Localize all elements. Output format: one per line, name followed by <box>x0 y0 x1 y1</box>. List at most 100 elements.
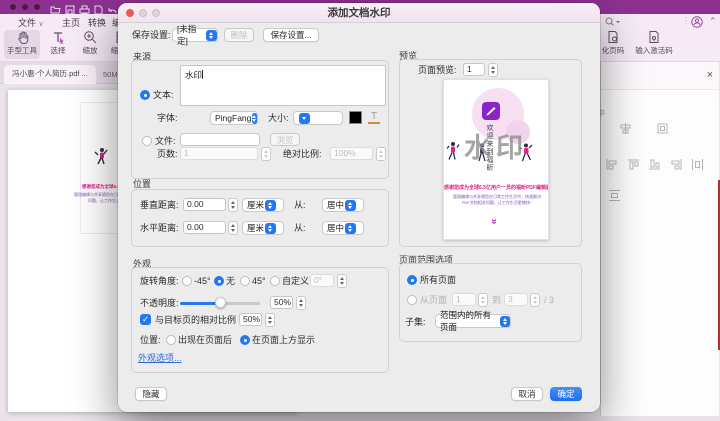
behind-page-label: 出现在页面后 <box>178 334 232 346</box>
pages-field[interactable]: 1 <box>180 147 258 160</box>
delete-preset-button[interactable]: 删除 <box>224 28 254 42</box>
relative-scale-field[interactable]: 50% <box>239 313 262 326</box>
vertical-unit-select[interactable]: 厘米 <box>242 198 284 212</box>
select-stepper-icon <box>345 223 356 234</box>
from-page-field[interactable]: 1 <box>452 293 476 306</box>
alignment-panel-header: × <box>601 62 719 90</box>
rotate-neg45-radio[interactable] <box>182 276 192 286</box>
dialog-title: 添加文档水印 <box>118 3 600 23</box>
document-tab-2[interactable]: 50M <box>103 70 118 79</box>
behind-page-radio[interactable] <box>166 335 176 345</box>
more-options-icon[interactable]: ⋮ <box>682 16 690 25</box>
color-swatch[interactable] <box>349 111 362 124</box>
horizontal-distance-label: 水平距离: <box>140 222 179 234</box>
collapse-toolbar-icon[interactable]: ⌃ <box>709 16 717 27</box>
save-settings-label: 保存设置: <box>132 29 171 41</box>
dialog-minimize-button[interactable] <box>139 9 147 17</box>
watermark-preview: 欢迎来到福昕 水印 感谢您成为全球6.5亿用户一员的福昕PDF编辑器 管理编辑与… <box>443 79 549 240</box>
pages-label: 页数: <box>157 148 178 160</box>
horizontal-from-select[interactable]: 居中 <box>322 221 364 235</box>
file-radio[interactable] <box>142 136 152 146</box>
distribute-h-icon[interactable] <box>691 158 704 171</box>
align-center-h-icon[interactable] <box>619 122 632 135</box>
relative-scale-label: 与目标页的相对比例 <box>155 314 236 326</box>
rotate-custom-radio[interactable] <box>270 276 280 286</box>
rotate-none-radio[interactable] <box>214 276 224 286</box>
save-settings-button[interactable]: 保存设置... <box>263 28 319 42</box>
text-style-icon[interactable]: T <box>368 111 380 124</box>
document-tab[interactable]: 冯小惠-个人简历.pdf ... <box>4 65 96 84</box>
horizontal-distance-stepper[interactable] <box>228 221 238 235</box>
align-center-v-icon[interactable] <box>656 122 669 135</box>
size-combo[interactable] <box>293 111 343 125</box>
select-tool-button[interactable]: 选择 <box>44 30 72 59</box>
relative-scale-stepper[interactable] <box>265 313 275 327</box>
from-page-stepper[interactable] <box>478 293 488 307</box>
vertical-distance-field[interactable]: 0.00 <box>183 198 226 211</box>
select-stepper-icon <box>500 316 510 327</box>
app-close-button[interactable] <box>10 4 16 10</box>
page-preview-field[interactable]: 1 <box>463 63 485 76</box>
align-top-icon[interactable] <box>627 158 640 171</box>
vertical-from-select[interactable]: 居中 <box>322 198 364 212</box>
horizontal-from-label: 从: <box>294 222 306 234</box>
optimize-pages-button[interactable]: 化页码 <box>596 30 630 59</box>
add-watermark-dialog: 添加文档水印 保存设置: [未指定] 删除 保存设置... 来源 文本: 水印 … <box>118 3 600 412</box>
distribute-v-icon[interactable] <box>608 189 621 202</box>
ok-button[interactable]: 确定 <box>550 387 582 401</box>
person-illustration <box>93 146 110 177</box>
opacity-slider-knob[interactable] <box>215 297 226 308</box>
align-left-icon[interactable] <box>605 158 618 171</box>
cancel-button[interactable]: 取消 <box>511 387 543 401</box>
watermark-text-input[interactable]: 水印 <box>180 65 386 106</box>
app-zoom-button[interactable] <box>34 4 40 10</box>
page-preview-stepper[interactable] <box>488 63 498 77</box>
file-path-field[interactable] <box>180 133 260 146</box>
text-radio[interactable] <box>140 90 150 100</box>
absolute-scale-field[interactable]: 100% <box>330 147 373 160</box>
total-pages-label: / 3 <box>544 294 554 306</box>
pages-stepper[interactable] <box>261 147 271 161</box>
close-icon[interactable]: × <box>707 70 713 81</box>
from-page-label: 从页面 <box>420 294 447 306</box>
relative-scale-checkbox[interactable]: ✓ <box>140 314 151 325</box>
custom-angle-stepper[interactable] <box>337 274 347 288</box>
preview-body-text: 管理编辑与共享随您在日常工作生活中，快速解决 PDF文档相关问题，让工作生活更愉… <box>448 194 546 206</box>
all-pages-radio[interactable] <box>407 275 417 285</box>
rotate-none-label: 无 <box>226 275 235 287</box>
above-page-radio[interactable] <box>240 335 250 345</box>
opacity-field[interactable]: 50% <box>270 296 293 309</box>
app-logo-icon <box>482 102 500 120</box>
subset-select[interactable]: 范围内的所有页面 <box>435 314 511 328</box>
font-select[interactable]: PingFang <box>210 111 258 125</box>
opacity-stepper[interactable] <box>296 296 306 310</box>
screen: 文件 ∨ 主页 转换 编辑 ⋮ ⌃ 手型工具 选择 缩放 缩略图 化页码 <box>0 0 720 421</box>
combo-dropdown-icon <box>299 113 310 124</box>
vertical-distance-stepper[interactable] <box>228 198 238 212</box>
preset-select[interactable]: [未指定] <box>172 28 218 42</box>
zoom-tool-button[interactable]: 缩放 <box>76 30 104 59</box>
select-stepper-icon <box>265 200 276 211</box>
hide-button[interactable]: 隐藏 <box>135 387 167 401</box>
to-page-field[interactable]: 3 <box>504 293 528 306</box>
align-bottom-icon[interactable] <box>648 158 661 171</box>
absolute-scale-label: 绝对比例: <box>283 148 322 160</box>
browse-button[interactable]: 浏览 <box>270 133 300 146</box>
enter-activation-code-button[interactable]: 输入激活码 <box>632 30 676 59</box>
from-page-radio[interactable] <box>407 295 417 305</box>
to-page-stepper[interactable] <box>530 293 540 307</box>
hand-tool-button[interactable]: 手型工具 <box>4 30 40 59</box>
rotate-45-radio[interactable] <box>240 276 250 286</box>
subset-label: 子集: <box>405 316 426 328</box>
absolute-scale-stepper[interactable] <box>376 147 386 161</box>
dialog-zoom-button[interactable] <box>152 9 160 17</box>
preview-headline: 感谢您成为全球6.5亿用户一员的福昕PDF编辑器 <box>444 184 548 191</box>
horizontal-unit-select[interactable]: 厘米 <box>242 221 284 235</box>
appearance-options-link[interactable]: 外观选项... <box>138 351 182 364</box>
dialog-close-button[interactable] <box>126 9 134 17</box>
custom-angle-field[interactable]: 0° <box>310 274 334 287</box>
horizontal-distance-field[interactable]: 0.00 <box>183 221 226 234</box>
dialog-titlebar: 添加文档水印 <box>118 3 600 23</box>
app-minimize-button[interactable] <box>22 4 28 10</box>
align-right-icon[interactable] <box>670 158 683 171</box>
